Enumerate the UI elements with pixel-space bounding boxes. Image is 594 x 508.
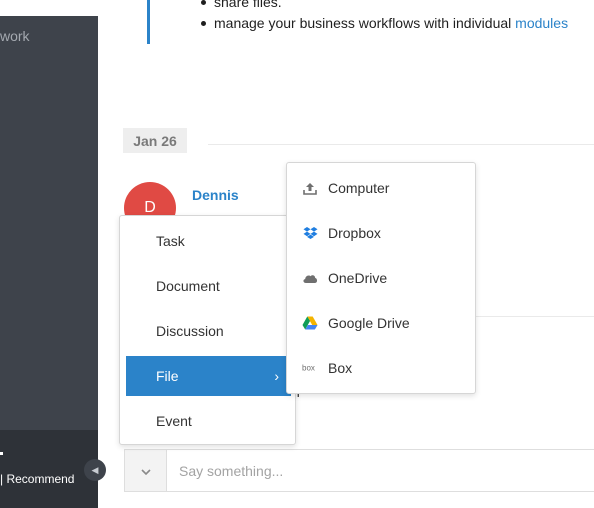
submenu-item-google-drive[interactable]: Google Drive [287, 303, 475, 343]
box-icon: box [302, 361, 318, 375]
bullet-item: share files. [200, 0, 568, 13]
chevron-down-icon [140, 462, 151, 480]
menu-item-file[interactable]: File › [126, 356, 291, 396]
modules-link[interactable]: modules [515, 15, 568, 31]
submenu-item-dropbox[interactable]: Dropbox [287, 213, 475, 253]
menu-item-event[interactable]: Event [126, 401, 291, 441]
menu-item-discussion[interactable]: Discussion [126, 311, 291, 351]
bullet-item: manage your business workflows with indi… [200, 13, 568, 34]
menu-item-label: File [156, 368, 179, 384]
attach-toggle-button[interactable] [125, 450, 167, 491]
chevron-left-icon: ◀ [91, 464, 99, 475]
bullet-text: share files. [214, 0, 282, 10]
submenu-item-label: Google Drive [328, 315, 410, 331]
attach-menu: Task Document Discussion File › Event [119, 215, 296, 445]
submenu-item-computer[interactable]: Computer [287, 168, 475, 208]
menu-item-task[interactable]: Task [126, 221, 291, 261]
post-bullet-list: share files. manage your business workfl… [200, 0, 568, 34]
submenu-item-label: Box [328, 360, 353, 376]
chevron-right-icon: › [274, 368, 279, 384]
svg-text:box: box [302, 364, 315, 373]
submenu-item-label: Dropbox [328, 225, 381, 241]
author-name[interactable]: Dennis [192, 187, 239, 203]
sidebar-item-work[interactable]: work [0, 28, 30, 44]
sidebar-footer-mark [0, 452, 3, 455]
menu-item-document[interactable]: Document [126, 266, 291, 306]
menu-item-label: Discussion [156, 323, 224, 339]
quote-bar [147, 0, 150, 44]
google-drive-icon [302, 316, 318, 330]
submenu-item-label: OneDrive [328, 270, 388, 286]
dropbox-icon [302, 226, 318, 240]
menu-item-label: Document [156, 278, 220, 294]
comment-input[interactable] [167, 450, 594, 491]
upload-icon [302, 181, 318, 195]
date-badge: Jan 26 [123, 128, 187, 153]
date-divider [208, 144, 594, 145]
onedrive-icon [302, 271, 318, 285]
file-submenu: Computer Dropbox OneDrive Google Drive b… [286, 162, 476, 394]
menu-item-label: Task [156, 233, 185, 249]
submenu-item-label: Computer [328, 180, 390, 196]
recommend-link[interactable]: | Recommend [0, 472, 74, 486]
sidebar-top-strip [0, 0, 98, 16]
sidebar-collapse-button[interactable]: ◀ [84, 459, 106, 481]
submenu-item-box[interactable]: box Box [287, 348, 475, 388]
menu-item-label: Event [156, 413, 192, 429]
submenu-item-onedrive[interactable]: OneDrive [287, 258, 475, 298]
comment-box [124, 449, 594, 492]
bullet-text: manage your business workflows with indi… [214, 15, 512, 31]
